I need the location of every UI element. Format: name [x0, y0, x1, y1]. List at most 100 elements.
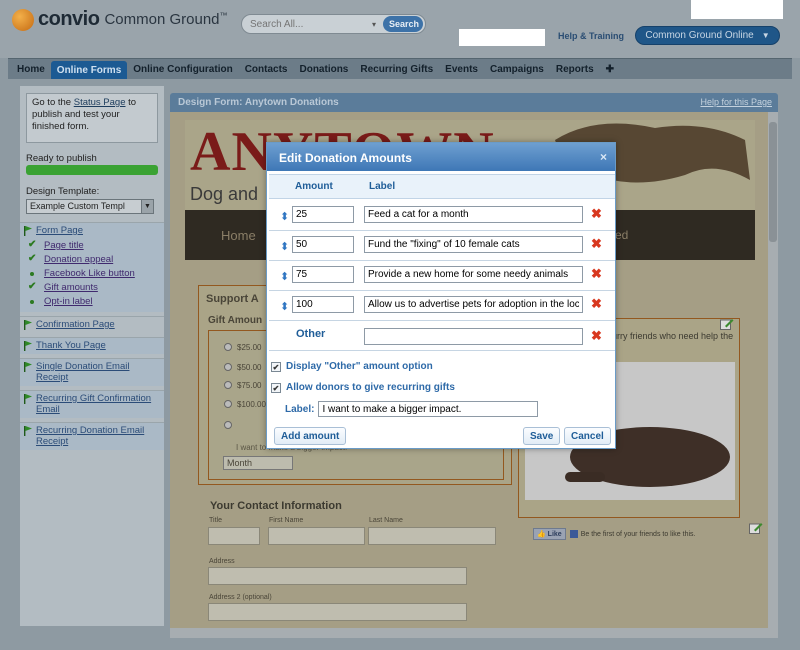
design-form-title: Design Form: Anytown Donations [178, 97, 339, 108]
convio-logo[interactable]: convio Common Ground™ [12, 8, 228, 31]
tree-recurring-donation-receipt[interactable]: Recurring Donation Email Receipt [20, 422, 164, 450]
help-for-page-link[interactable]: Help for this Page [700, 97, 772, 107]
brand-name: convio [38, 8, 100, 30]
gift-amount: $25.00 [237, 343, 262, 352]
last-name-input [368, 527, 496, 545]
edit-icon[interactable] [749, 522, 763, 534]
nav-online-configuration[interactable]: Online Configuration [127, 59, 238, 79]
convio-logo-icon [12, 8, 34, 31]
amounts-list: ⬍ ✖ ⬍ ✖ ⬍ ✖ ⬍ ✖ [269, 201, 615, 321]
product-name: Common Ground™ [104, 11, 228, 28]
amount-row: ⬍ ✖ [269, 231, 615, 261]
bullet-icon [30, 272, 34, 276]
nav-online-forms[interactable]: Online Forms [50, 61, 128, 79]
help-training-link[interactable]: Help & Training [558, 31, 624, 41]
main-nav: Home Online Forms Online Configuration C… [8, 58, 792, 79]
amount-row: ⬍ ✖ [269, 291, 615, 321]
support-title: Support A [206, 293, 259, 305]
save-button[interactable]: Save [523, 427, 561, 445]
nav-add-icon[interactable]: ✚ [600, 59, 620, 79]
tree-thank-you-page[interactable]: Thank You Page [20, 337, 164, 354]
gift-radio [224, 363, 232, 371]
amount-input[interactable] [292, 206, 354, 223]
delete-icon[interactable]: ✖ [591, 267, 602, 281]
delete-icon[interactable]: ✖ [591, 297, 602, 311]
check-icon: ✔ [28, 281, 37, 292]
search-input[interactable] [242, 17, 372, 31]
nav-home[interactable]: Home [11, 59, 51, 79]
drag-sort-icon[interactable]: ⬍ [280, 210, 289, 223]
delete-icon[interactable]: ✖ [591, 207, 602, 221]
chevron-down-icon: ▼ [761, 31, 770, 40]
allow-recurring-checkbox[interactable]: ✔ [271, 382, 281, 393]
amount-input[interactable] [292, 296, 354, 313]
tree-donation-appeal[interactable]: ✔ Donation appeal [20, 253, 164, 267]
amount-row: ⬍ ✖ [269, 201, 615, 231]
add-amount-button[interactable]: Add amount [274, 427, 347, 445]
recurring-label-caption: Label: [285, 403, 315, 415]
search-scope-chevron-icon[interactable]: ▾ [372, 20, 376, 29]
green-flag-icon [24, 394, 32, 404]
drag-sort-icon[interactable]: ⬍ [280, 240, 289, 253]
redacted-area [691, 0, 783, 19]
label-column-header: Label [369, 181, 396, 192]
title-select [208, 527, 260, 545]
label-input[interactable] [364, 206, 583, 223]
facebook-like-button[interactable]: 👍 Like [533, 528, 566, 540]
tree-page-title[interactable]: ✔ Page title [20, 239, 164, 253]
green-flag-icon [24, 226, 32, 236]
banner-subtitle: Dog and [190, 184, 259, 204]
frequency-select: Month [223, 456, 293, 470]
scroll-thumb[interactable] [769, 122, 777, 242]
drag-sort-icon[interactable]: ⬍ [280, 270, 289, 283]
edit-donation-amounts-dialog: Edit Donation Amounts × Amount Label ⬍ ✖… [266, 142, 616, 449]
title-label: Title [209, 517, 222, 524]
amount-input[interactable] [292, 236, 354, 253]
allow-recurring-label: Allow donors to give recurring gifts [286, 382, 455, 393]
nav-donations[interactable]: Donations [293, 59, 354, 79]
tree-facebook-like[interactable]: Facebook Like button [20, 267, 164, 281]
tree-single-donation-email[interactable]: Single Donation Email Receipt [20, 358, 164, 386]
display-other-checkbox[interactable]: ✔ [271, 361, 281, 372]
green-flag-icon [24, 362, 32, 372]
drag-sort-icon[interactable]: ⬍ [280, 300, 289, 313]
site-nav-home: Home [221, 228, 256, 243]
tree-recurring-gift-email[interactable]: Recurring Gift Confirmation Email [20, 390, 164, 418]
recurring-label-input[interactable] [318, 401, 539, 417]
label-input[interactable] [364, 266, 583, 283]
vertical-scrollbar[interactable] [768, 112, 778, 628]
app-switcher-label: Common Ground Online [645, 30, 754, 41]
gift-amount-title: Gift Amoun [208, 315, 263, 326]
nav-contacts[interactable]: Contacts [239, 59, 294, 79]
app-switcher-button[interactable]: Common Ground Online ▼ [635, 26, 780, 45]
nav-recurring-gifts[interactable]: Recurring Gifts [354, 59, 439, 79]
nav-reports[interactable]: Reports [550, 59, 600, 79]
display-other-label: Display "Other" amount option [286, 361, 433, 372]
close-icon[interactable]: × [600, 150, 607, 164]
edit-icon[interactable] [720, 318, 734, 330]
search-button[interactable]: Search [383, 16, 423, 32]
allow-recurring-checkbox-row[interactable]: ✔ Allow donors to give recurring gifts [271, 382, 455, 393]
tree-gift-amounts[interactable]: ✔ Gift amounts [20, 281, 164, 295]
delete-icon[interactable]: ✖ [591, 237, 602, 251]
recurring-label-row: Label: [285, 401, 539, 417]
nav-events[interactable]: Events [439, 59, 484, 79]
label-input[interactable] [364, 236, 583, 253]
tree-opt-in-label[interactable]: Opt-in label [20, 295, 164, 312]
tree-form-page[interactable]: Form Page [20, 222, 164, 239]
cancel-button[interactable]: Cancel [564, 427, 611, 445]
display-other-checkbox-row[interactable]: ✔ Display "Other" amount option [271, 361, 433, 372]
label-input[interactable] [364, 296, 583, 313]
design-form-header: Design Form: Anytown Donations Help for … [170, 93, 778, 112]
nav-campaigns[interactable]: Campaigns [484, 59, 550, 79]
amount-input[interactable] [292, 266, 354, 283]
check-icon: ✔ [28, 253, 37, 264]
horizontal-scrollbar[interactable] [170, 628, 778, 638]
design-template-select[interactable]: Example Custom Templ ▼ [26, 199, 154, 214]
gift-radio [224, 343, 232, 351]
tree-confirmation-page[interactable]: Confirmation Page [20, 316, 164, 333]
delete-icon[interactable]: ✖ [591, 329, 602, 343]
facebook-like-bar: 👍 Like Be the first of your friends to l… [533, 528, 695, 540]
other-label-input[interactable] [364, 328, 583, 345]
status-page-link[interactable]: Status Page [74, 97, 126, 108]
